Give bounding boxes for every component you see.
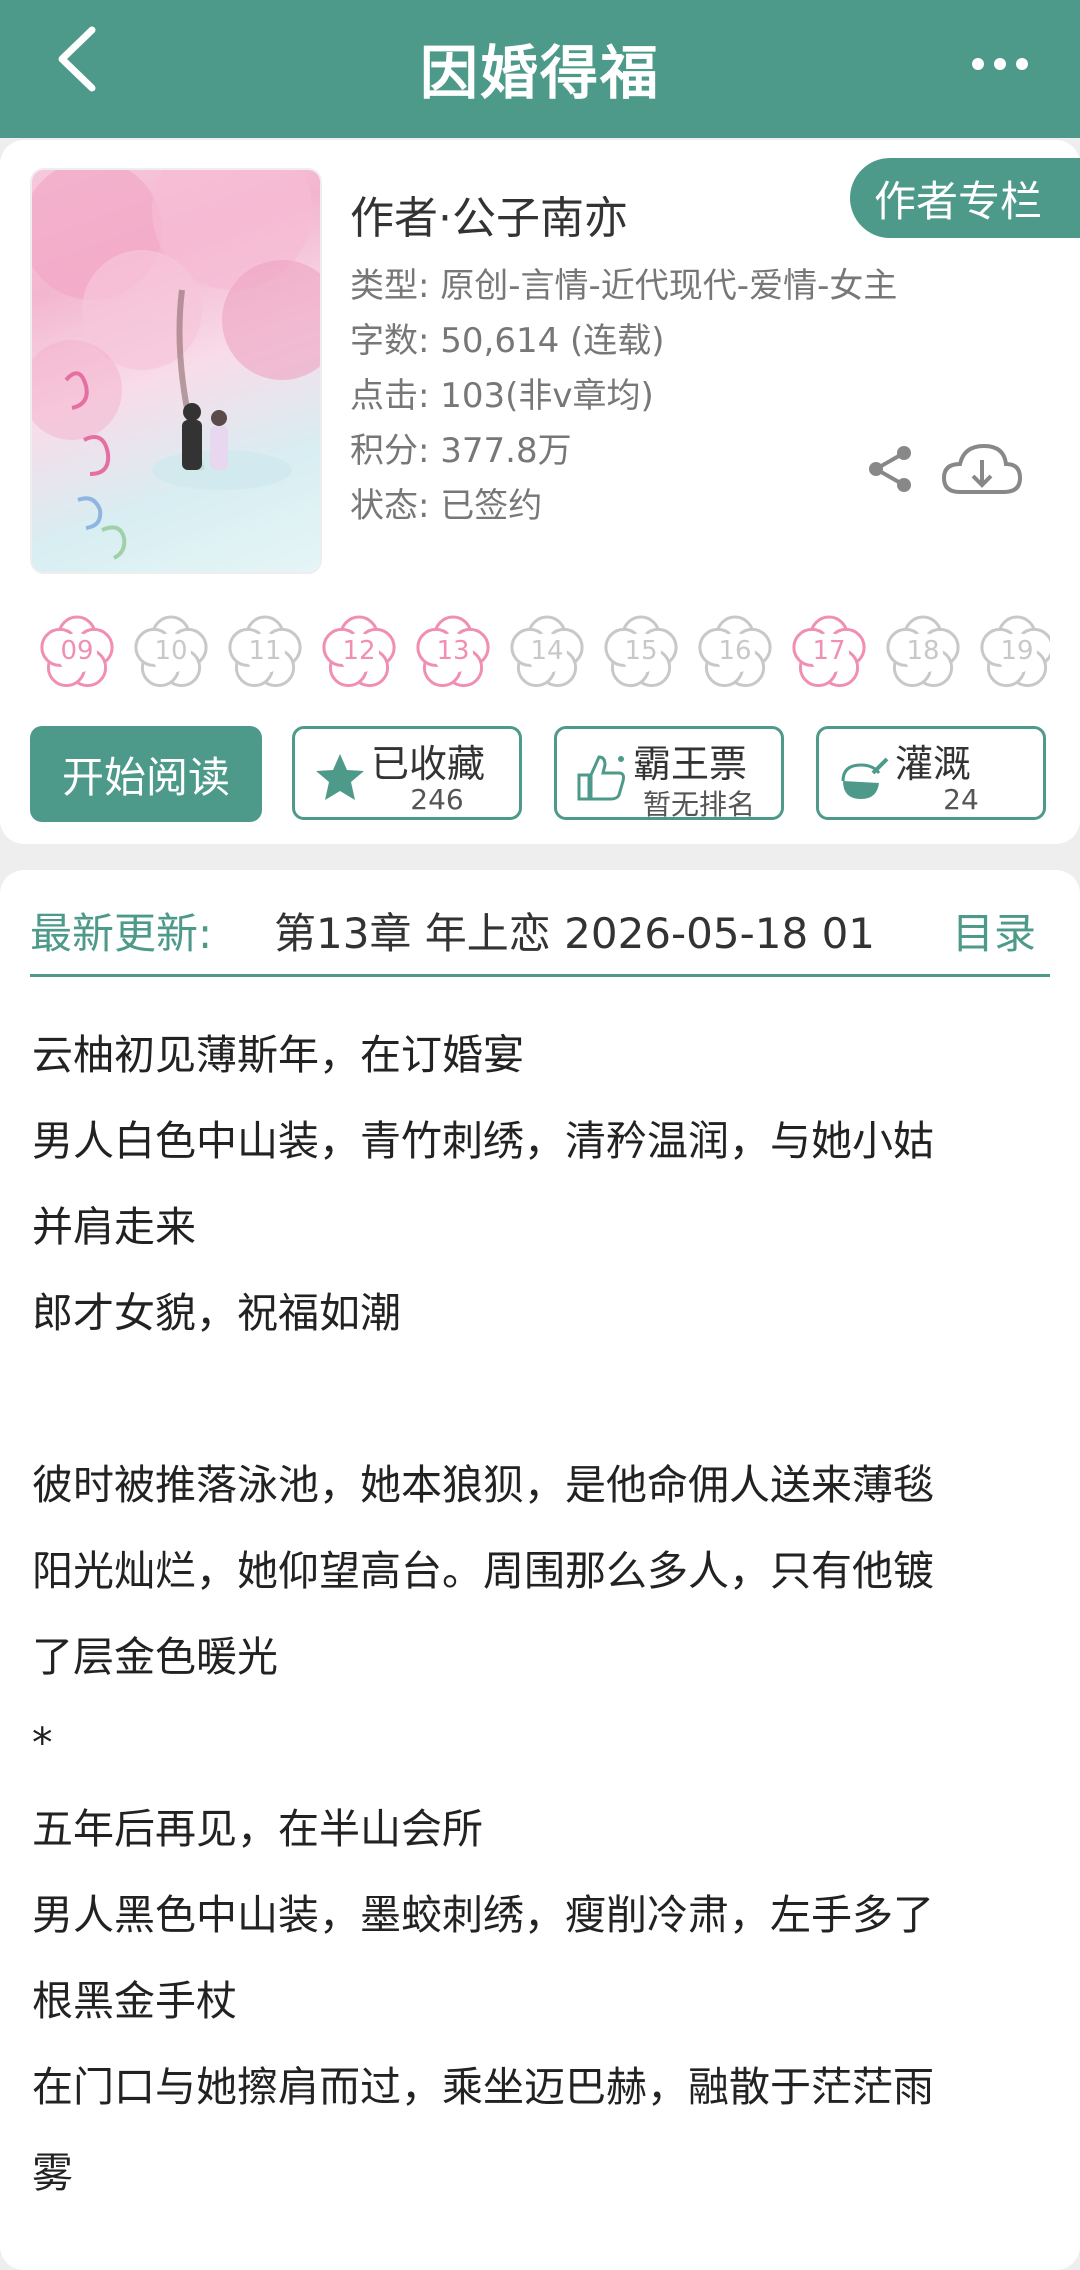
latest-update-bar[interactable]: 最新更新: 第13章 年上恋 2026-05-18 01 目录: [30, 900, 1050, 977]
flower-label: 11: [248, 636, 282, 666]
flower-badge: 09: [36, 612, 118, 694]
synopsis-line: 五年后再见，在半山会所: [32, 1805, 483, 1853]
flower-badge: 15: [600, 612, 682, 694]
flower-label: 14: [530, 636, 564, 666]
page-title: 因婚得福: [419, 39, 660, 107]
top-bar: 因婚得福: [0, 0, 1080, 138]
synopsis-line: 男人黑色中山装，墨蛟刺绣，瘦削冷肃，左手多了: [32, 1891, 934, 1939]
meta-word-count: 字数: 50,614 (连载): [350, 321, 665, 361]
content-card: 最新更新: 第13章 年上恋 2026-05-18 01 目录 云柚初见薄斯年，…: [0, 870, 1080, 2270]
start-reading-button[interactable]: 开始阅读: [30, 726, 262, 822]
latest-chapter-link[interactable]: 第13章 年上恋 2026-05-18 01: [274, 900, 904, 961]
meta-status: 状态: 已签约: [350, 486, 543, 526]
water-count: 24: [943, 783, 979, 816]
synopsis-line: 在门口与她擦肩而过，乘坐迈巴赫，融散于茫茫雨: [32, 2063, 934, 2111]
flower-badge: 17: [788, 612, 870, 694]
share-icon[interactable]: [866, 444, 914, 494]
more-dots-icon: [972, 58, 1028, 70]
synopsis-line: *: [32, 1719, 53, 1767]
daily-flower-row: 09 10 11 12 13 14 15 16 17 18 19: [36, 612, 1050, 698]
flower-badge: 14: [506, 612, 588, 694]
table-of-contents-link[interactable]: 目录: [952, 900, 1036, 961]
cloud-download-icon[interactable]: [940, 440, 1024, 500]
collect-count: 246: [410, 783, 464, 816]
synopsis-line: 并肩走来: [32, 1203, 196, 1251]
vote-label: 霸王票: [633, 742, 748, 786]
synopsis-line: 根黑金手杖: [32, 1977, 237, 2025]
flower-label: 13: [436, 636, 470, 666]
synopsis-line: 云柚初见薄斯年，在订婚宴: [32, 1031, 524, 1079]
vote-rank: 暂无排名: [642, 788, 755, 821]
flower-label: 10: [154, 636, 188, 666]
flower-label: 18: [906, 636, 940, 666]
book-synopsis: 云柚初见薄斯年，在订婚宴男人白色中山装，青竹刺绣，清矜温润，与她小姑 并肩走来郎才…: [32, 1012, 1052, 2216]
meta-score: 积分: 377.8万: [350, 431, 572, 471]
flower-label: 15: [624, 636, 658, 666]
flower-badge: 12: [318, 612, 400, 694]
synopsis-line: 了层金色暖光: [32, 1633, 278, 1681]
meta-genre: 类型: 原创-言情-近代现代-爱情-女主: [350, 266, 898, 306]
collect-button[interactable]: 已收藏 246: [292, 726, 522, 820]
synopsis-line: [32, 1356, 1052, 1442]
collect-label: 已收藏: [371, 742, 486, 786]
synopsis-line: 彼时被推落泳池，她本狼狈，是他命佣人送来薄毯: [32, 1461, 934, 1509]
synopsis-line: 阳光灿烂，她仰望高台。周围那么多人，只有他镀: [32, 1547, 934, 1595]
flower-badge: 11: [224, 612, 306, 694]
flower-label: 12: [342, 636, 376, 666]
flower-label: 16: [718, 636, 752, 666]
flower-label: 09: [60, 636, 94, 666]
flower-badge: 10: [130, 612, 212, 694]
meta-clicks: 点击: 103(非v章均): [350, 376, 654, 416]
flower-label: 17: [812, 636, 846, 666]
latest-update-label: 最新更新:: [30, 909, 213, 958]
book-cover[interactable]: [30, 168, 322, 574]
water-label: 灌溉: [895, 742, 972, 786]
flower-badge: 18: [882, 612, 964, 694]
book-info-card: 作者·公子南亦 作者专栏 类型: 原创-言情-近代现代-爱情-女主 字数: 50…: [0, 140, 1080, 844]
flower-badge: 13: [412, 612, 494, 694]
water-button[interactable]: 灌溉 24: [816, 726, 1046, 820]
synopsis-line: 男人白色中山装，青竹刺绣，清矜温润，与她小姑: [32, 1117, 934, 1165]
author-column-button[interactable]: 作者专栏: [850, 158, 1080, 238]
synopsis-line: 郎才女貌，祝福如潮: [32, 1289, 401, 1337]
flower-label: 19: [1000, 636, 1034, 666]
vote-button[interactable]: 霸王票 暂无排名: [554, 726, 784, 821]
flower-badge: 19: [976, 612, 1050, 694]
more-button[interactable]: [960, 34, 1040, 94]
flower-badge: 16: [694, 612, 776, 694]
author-name[interactable]: 作者·公子南亦: [350, 182, 628, 246]
cover-illustration: [32, 170, 320, 560]
synopsis-line: 雾: [32, 2149, 73, 2197]
